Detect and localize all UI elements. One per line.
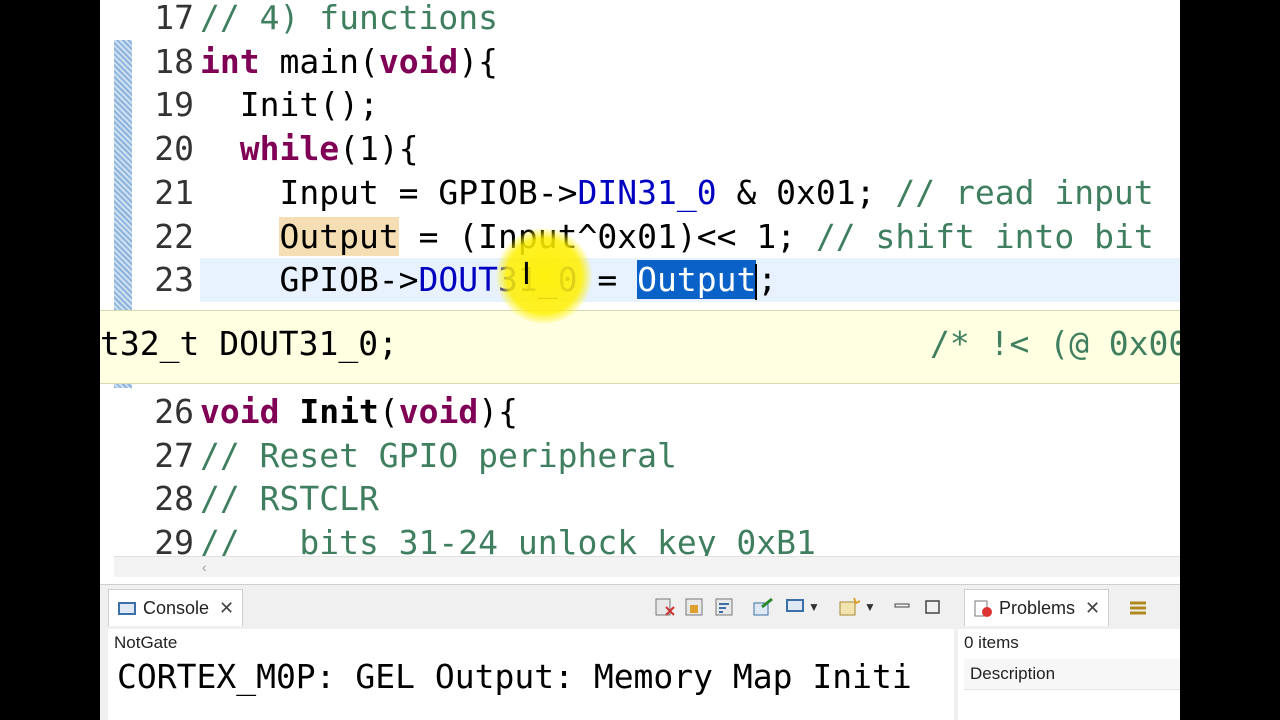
- current-code-line[interactable]: 23 GPIOB->DOUT31_0 = Output;: [154, 258, 1180, 302]
- line-number: 23: [154, 260, 194, 299]
- code-token: Init();: [200, 85, 379, 124]
- code-token: (: [378, 392, 399, 431]
- code-line[interactable]: 21 Input = GPIOB->DIN31_0 & 0x01; // rea…: [100, 171, 1180, 215]
- horizontal-scrollbar[interactable]: ‹: [114, 556, 1180, 577]
- pin-console-icon[interactable]: [752, 597, 774, 617]
- code-line[interactable]: 22 Output = (Input^0x01)<< 1; // shift i…: [100, 215, 1180, 259]
- new-console-icon[interactable]: [838, 597, 860, 617]
- code-token: // RSTCLR: [200, 479, 379, 518]
- code-token: Output: [279, 217, 399, 256]
- code-line[interactable]: 28// RSTCLR: [100, 477, 1180, 521]
- code-token: main(: [259, 42, 379, 81]
- tab-problems[interactable]: Problems ✕: [964, 589, 1110, 626]
- line-number: 17: [154, 0, 194, 37]
- console-view[interactable]: NotGate CORTEX_M0P: GEL Output: Memory M…: [108, 629, 954, 720]
- tab-problems-label: Problems: [999, 598, 1076, 618]
- code-token: ;: [757, 260, 778, 299]
- maximize-icon[interactable]: [922, 597, 944, 617]
- console-output: CORTEX_M0P: GEL Output: Memory Map Initi: [117, 657, 912, 696]
- code-token: int: [200, 42, 260, 81]
- code-token: = (Input^0x01)<< 1;: [398, 217, 816, 256]
- line-number: 21: [154, 173, 194, 212]
- line-number: 18: [154, 42, 194, 81]
- code-token: void: [378, 42, 459, 81]
- code-text: Init();: [200, 83, 379, 127]
- bottom-panels: Console ✕ ▼ ▼ NotGate CORTEX_M0P: GEL Out…: [100, 584, 1180, 720]
- problems-view[interactable]: 0 items Description: [958, 629, 1180, 720]
- line-number: 20: [154, 129, 194, 168]
- problems-icon: [974, 600, 992, 618]
- code-token: GPIOB->: [200, 260, 419, 299]
- tab-console[interactable]: Console ✕: [108, 589, 244, 626]
- code-text: void Init(void){: [200, 390, 518, 434]
- mouse-highlight: [496, 228, 592, 324]
- code-token: Input = GPIOB->: [200, 173, 578, 212]
- description-column-header[interactable]: Description: [964, 659, 1180, 690]
- hover-comment: /* !< (@ 0x00: [930, 324, 1180, 363]
- console-icon: [118, 602, 136, 616]
- scroll-lock-icon[interactable]: [684, 597, 706, 617]
- code-token: // shift into bit: [815, 217, 1154, 256]
- line-number: 22: [154, 217, 194, 256]
- ide-window: 17// 4) functions 18 int main(void){ 19 I…: [100, 0, 1180, 720]
- scroll-left-icon[interactable]: ‹: [202, 557, 207, 577]
- clear-console-icon[interactable]: [654, 597, 676, 617]
- display-console-icon[interactable]: [784, 597, 806, 617]
- text-cursor-icon: I: [522, 257, 531, 292]
- code-token: while: [239, 129, 340, 168]
- code-line[interactable]: 26void Init(void){: [100, 390, 1180, 434]
- tab-next[interactable]: Me: [1120, 589, 1180, 653]
- code-token: // 4) functions: [200, 0, 499, 37]
- code-token: void: [398, 392, 479, 431]
- memory-icon: [1130, 601, 1146, 615]
- word-wrap-icon[interactable]: [714, 597, 736, 617]
- close-icon[interactable]: ✕: [1085, 598, 1100, 618]
- code-line[interactable]: 19 Init();: [100, 83, 1180, 127]
- code-text: Input = GPIOB->DIN31_0 & 0x01; // read i…: [200, 171, 1154, 215]
- code-line[interactable]: 27// Reset GPIO peripheral: [100, 434, 1180, 478]
- code-token: & 0x01;: [716, 173, 896, 212]
- code-token: // Reset GPIO peripheral: [200, 436, 677, 475]
- code-text: // 4) functions: [200, 0, 498, 40]
- code-line[interactable]: 18 int main(void){: [100, 40, 1180, 84]
- code-text: while(1){: [200, 127, 419, 171]
- code-text: int main(void){: [200, 40, 498, 84]
- chevron-down-icon[interactable]: ▼: [864, 597, 886, 617]
- close-icon[interactable]: ✕: [219, 598, 234, 618]
- code-token: (1){: [339, 129, 419, 168]
- problems-count: 0 items: [964, 633, 1019, 652]
- code-line[interactable]: 20 while(1){: [100, 127, 1180, 171]
- code-text: Output = (Input^0x01)<< 1; // shift into…: [200, 215, 1154, 259]
- code-token: Init: [299, 392, 379, 431]
- tab-console-label: Console: [143, 598, 210, 618]
- code-token: DIN31_0: [577, 173, 717, 212]
- code-token: ){: [478, 392, 518, 431]
- minimize-icon[interactable]: [892, 597, 914, 617]
- code-text: // RSTCLR: [200, 477, 379, 521]
- hover-declaration: t32_t DOUT31_0;: [100, 324, 399, 363]
- code-token: // read input: [895, 173, 1154, 212]
- code-editor[interactable]: 17// 4) functions 18 int main(void){ 19 I…: [100, 0, 1180, 580]
- code-text: // Reset GPIO peripheral: [200, 434, 677, 478]
- code-token: Output: [637, 260, 757, 299]
- code-text: GPIOB->DOUT31_0 = Output;: [200, 258, 777, 302]
- hover-tooltip: t32_t DOUT31_0; /* !< (@ 0x00: [100, 310, 1180, 384]
- code-line[interactable]: 17// 4) functions: [100, 0, 1180, 40]
- code-token: ){: [458, 42, 499, 81]
- chevron-down-icon[interactable]: ▼: [808, 597, 830, 617]
- line-number: 19: [154, 85, 194, 124]
- console-name: NotGate: [114, 633, 178, 652]
